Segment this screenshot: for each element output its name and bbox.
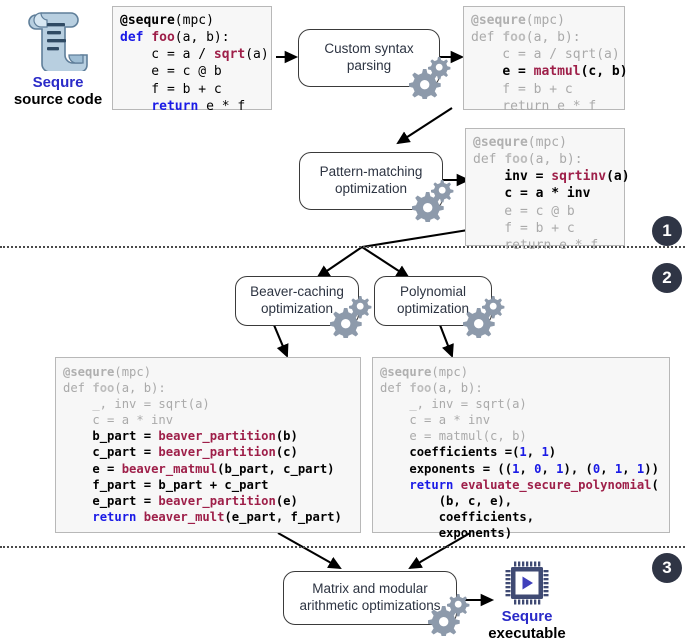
matrix-modular-arithmetic-optimizations-box[interactable]: Matrix and modular arithmetic optimizati…: [283, 571, 457, 625]
beaver-caching-line2: optimization: [260, 301, 334, 316]
executable-label-line1: Sequre: [501, 608, 553, 625]
executable-group: Sequre executable: [487, 560, 567, 642]
pattern-matching-optimization-box[interactable]: Pattern-matching optimization: [299, 152, 443, 210]
pattern-matching-line2: optimization: [334, 181, 408, 196]
cpu-chip-play-icon: [487, 560, 567, 606]
custom-syntax-parsing-line1: Custom syntax: [324, 41, 414, 57]
polynomial-optimization-box[interactable]: Polynomial optimization: [374, 276, 492, 326]
pattern-matched-code-block: @sequre(mpc) def foo(a, b): inv = sqrtin…: [465, 128, 630, 253]
custom-syntax-parsing-box[interactable]: Custom syntax parsing: [298, 29, 440, 87]
matrix-modular-line1: Matrix and modular: [312, 581, 428, 597]
custom-syntax-parsing-line2: parsing: [346, 58, 392, 73]
polynomial-line2: optimization: [396, 301, 470, 316]
executable-label-line2: executable: [488, 625, 566, 642]
scroll-icon: [8, 6, 108, 72]
parsed-code-block: @sequre(mpc) def foo(a, b): c = a / sqrt…: [463, 6, 628, 114]
pattern-matching-line1: Pattern-matching: [319, 164, 423, 180]
beaver-caching-line1: Beaver-caching: [250, 284, 344, 300]
stage-number-3: 3: [652, 553, 682, 583]
polynomial-line1: Polynomial: [399, 284, 466, 300]
source-code-label-line2: source code: [13, 91, 103, 108]
beaver-code-block: @sequre(mpc) def foo(a, b): _, inv = sqr…: [55, 357, 361, 533]
stage-number-1: 1: [652, 216, 682, 246]
beaver-caching-optimization-box[interactable]: Beaver-caching optimization: [235, 276, 359, 326]
source-code-block: @sequre(mpc) def foo(a, b): c = a / sqrt…: [112, 6, 272, 114]
source-code-label-line1: Sequre: [32, 74, 84, 91]
stage-number-2: 2: [652, 263, 682, 293]
matrix-modular-line2: arithmetic optimizations: [299, 598, 441, 613]
source-code-group: Sequre source code: [8, 6, 108, 108]
stage-separator-2: [0, 546, 685, 548]
polynomial-code-block: @sequre(mpc) def foo(a, b): _, inv = sqr…: [372, 357, 670, 540]
